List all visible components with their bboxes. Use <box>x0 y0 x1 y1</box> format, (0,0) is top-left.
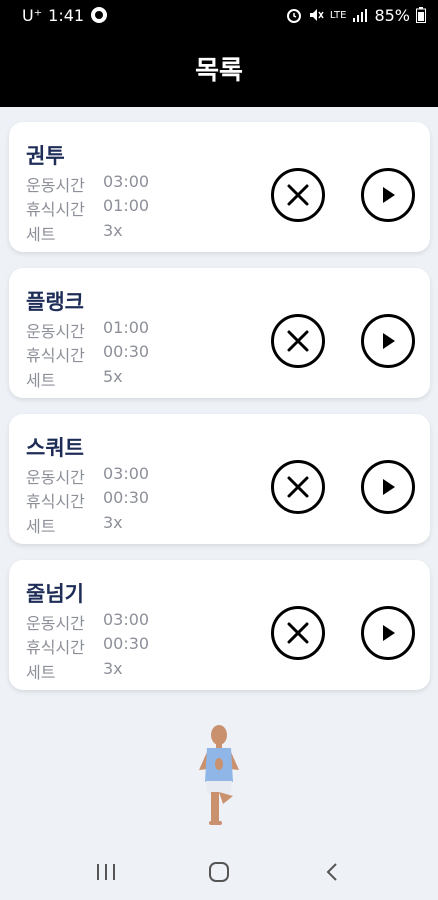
back-icon <box>326 862 337 881</box>
system-nav-bar <box>0 843 438 900</box>
rest-time-row: 휴식시간 00:30 <box>26 488 149 512</box>
exercise-time-value: 03:00 <box>103 610 150 629</box>
rest-time-label: 휴식시간 <box>26 492 85 511</box>
delete-button[interactable] <box>271 314 325 368</box>
workout-name: 플랭크 <box>26 290 84 314</box>
sets-label: 세트 <box>26 663 56 682</box>
rest-time-value: 01:00 <box>103 196 150 215</box>
exercise-time-row: 운동시간 03:00 <box>26 610 149 634</box>
recent-apps-button[interactable] <box>86 852 126 892</box>
close-icon <box>287 184 309 206</box>
workout-card[interactable]: 스쿼트 운동시간 03:00 휴식시간 00:30 세트 3x <box>9 414 430 544</box>
exercise-time-row: 운동시간 03:00 <box>26 172 149 196</box>
play-icon <box>383 625 395 641</box>
play-button[interactable] <box>361 168 415 222</box>
carrier-label: U⁺ <box>22 5 43 25</box>
exercise-time-value: 03:00 <box>103 464 150 483</box>
exercise-time-value: 01:00 <box>103 318 150 337</box>
exercise-time-label: 운동시간 <box>26 614 85 633</box>
play-button[interactable] <box>361 460 415 514</box>
delete-button[interactable] <box>271 168 325 222</box>
exercise-time-row: 운동시간 01:00 <box>26 318 149 342</box>
sets-row: 세트 3x <box>26 513 123 537</box>
rest-time-value: 00:30 <box>103 342 150 361</box>
exercise-time-value: 03:00 <box>103 172 150 191</box>
play-icon <box>383 187 395 203</box>
sets-value: 5x <box>103 367 123 386</box>
sets-row: 세트 3x <box>26 221 123 245</box>
status-bar: U⁺ 1:41 LTE 85% <box>0 0 438 30</box>
sets-label: 세트 <box>26 225 56 244</box>
close-icon <box>287 622 309 644</box>
alarm-icon <box>286 9 301 23</box>
sets-row: 세트 3x <box>26 659 123 683</box>
recent-apps-icon <box>97 863 116 880</box>
yoga-figure-illustration <box>193 724 245 832</box>
rest-time-value: 00:30 <box>103 488 150 507</box>
app-bar: 목록 <box>0 30 438 107</box>
delete-button[interactable] <box>271 606 325 660</box>
back-button[interactable] <box>312 852 352 892</box>
rest-time-row: 휴식시간 00:30 <box>26 634 149 658</box>
play-icon <box>383 479 395 495</box>
battery-icon <box>416 7 426 23</box>
play-button[interactable] <box>361 314 415 368</box>
workout-name: 줄넘기 <box>26 582 84 606</box>
exercise-time-label: 운동시간 <box>26 322 85 341</box>
workout-card[interactable]: 줄넘기 운동시간 03:00 휴식시간 00:30 세트 3x <box>9 560 430 690</box>
page-title: 목록 <box>195 56 243 86</box>
workout-list: 권투 운동시간 03:00 휴식시간 01:00 세트 3x 플랭크 운동시간 <box>9 122 430 706</box>
sets-value: 3x <box>103 659 123 678</box>
close-icon <box>287 476 309 498</box>
rest-time-label: 휴식시간 <box>26 346 85 365</box>
rest-time-row: 휴식시간 00:30 <box>26 342 149 366</box>
workout-card[interactable]: 플랭크 운동시간 01:00 휴식시간 00:30 세트 5x <box>9 268 430 398</box>
battery-label: 85% <box>374 5 410 25</box>
rest-time-label: 휴식시간 <box>26 200 85 219</box>
signal-icon <box>353 9 368 22</box>
play-icon <box>383 333 395 349</box>
exercise-time-label: 운동시간 <box>26 176 85 195</box>
sets-value: 3x <box>103 221 123 240</box>
rest-time-label: 휴식시간 <box>26 638 85 657</box>
workout-card[interactable]: 권투 운동시간 03:00 휴식시간 01:00 세트 3x <box>9 122 430 252</box>
rest-time-value: 00:30 <box>103 634 150 653</box>
network-label: LTE <box>329 9 347 21</box>
home-icon <box>208 861 229 882</box>
workout-name: 권투 <box>26 144 65 168</box>
sets-row: 세트 5x <box>26 367 123 391</box>
notification-icon <box>91 7 108 23</box>
close-icon <box>287 330 309 352</box>
sets-label: 세트 <box>26 371 56 390</box>
delete-button[interactable] <box>271 460 325 514</box>
sets-value: 3x <box>103 513 123 532</box>
mute-icon <box>309 9 324 21</box>
exercise-time-label: 운동시간 <box>26 468 85 487</box>
clock: 1:41 <box>48 5 85 25</box>
sets-label: 세트 <box>26 517 56 536</box>
exercise-time-row: 운동시간 03:00 <box>26 464 149 488</box>
rest-time-row: 휴식시간 01:00 <box>26 196 149 220</box>
home-button[interactable] <box>199 852 239 892</box>
workout-name: 스쿼트 <box>26 436 84 460</box>
play-button[interactable] <box>361 606 415 660</box>
